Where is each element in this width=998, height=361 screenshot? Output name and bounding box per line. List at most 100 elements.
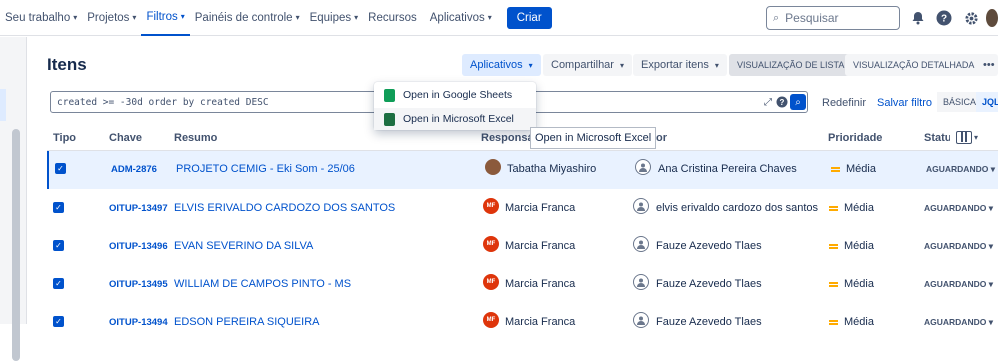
nav-item-label: Filtros xyxy=(146,10,178,23)
export-label: Exportar itens xyxy=(641,59,709,71)
jql-search-button[interactable]: ⌕ xyxy=(790,94,806,110)
nav-item-1[interactable]: Projetos ▾ xyxy=(82,0,141,36)
open-google-sheets-item[interactable]: Open in Google Sheets xyxy=(374,84,536,106)
create-button[interactable]: Criar xyxy=(506,6,552,29)
status-badge[interactable]: AGUARDANDO ▾ xyxy=(924,279,993,290)
sidebar-selection-indicator xyxy=(0,89,6,121)
google-sheets-icon xyxy=(384,88,395,102)
chevron-down-icon: ▾ xyxy=(714,60,719,70)
priority-medium-icon xyxy=(831,167,840,172)
assignee-avatar xyxy=(485,159,501,175)
row-checkbox[interactable]: ✓ xyxy=(53,202,64,213)
issue-summary[interactable]: EVAN SEVERINO DA SILVA xyxy=(174,240,313,252)
status-badge[interactable]: AGUARDANDO ▾ xyxy=(926,164,995,175)
status-badge[interactable]: AGUARDANDO ▾ xyxy=(924,203,993,214)
header-type[interactable]: Tipo xyxy=(53,132,76,144)
header-key[interactable]: Chave xyxy=(109,132,142,144)
open-excel-label: Open in Microsoft Excel xyxy=(403,113,514,125)
row-checkbox[interactable]: ✓ xyxy=(53,316,64,327)
jql-help-icon[interactable]: ? xyxy=(774,94,790,110)
row-checkbox[interactable]: ✓ xyxy=(55,163,66,174)
issue-key[interactable]: ADM-2876 xyxy=(111,164,157,175)
priority-label: Média xyxy=(844,202,874,214)
chevron-down-icon: ▾ xyxy=(988,317,993,327)
reset-link[interactable]: Redefinir xyxy=(822,97,866,109)
table-row[interactable]: ✓ ADM-2876 PROJETO CEMIG - Eki Som - 25/06… xyxy=(47,151,998,189)
issue-summary[interactable]: PROJETO CEMIG - Eki Som - 25/06 xyxy=(176,163,355,175)
row-checkbox[interactable]: ✓ xyxy=(53,240,64,251)
save-filter-link[interactable]: Salvar filtro xyxy=(877,97,932,109)
status-badge[interactable]: AGUARDANDO ▾ xyxy=(924,241,993,252)
share-button[interactable]: Compartilhar ▾ xyxy=(543,54,632,76)
header-summary[interactable]: Resumo xyxy=(174,132,217,144)
assignee-name: Marcia Franca xyxy=(505,202,576,214)
left-sidebar xyxy=(0,37,27,361)
reporter-name: Ana Cristina Pereira Chaves xyxy=(658,163,797,175)
reporter-avatar-icon xyxy=(633,312,649,328)
status-label: AGUARDANDO xyxy=(924,317,987,327)
settings-icon[interactable] xyxy=(961,8,981,28)
more-actions-button[interactable]: ••• xyxy=(980,54,998,76)
assignee-avatar: MF xyxy=(483,312,499,328)
user-avatar[interactable] xyxy=(986,8,998,28)
list-view-label: VISUALIZAÇÃO DE LISTA xyxy=(737,60,845,70)
nav-item-label: Recursos xyxy=(368,11,417,24)
issue-key[interactable]: OITUP-13497 xyxy=(109,203,168,214)
header-reporter[interactable]: or xyxy=(656,132,667,144)
issue-key[interactable]: OITUP-13496 xyxy=(109,241,168,252)
reporter-avatar-icon xyxy=(633,198,649,214)
table-row[interactable]: ✓ OITUP-13494 EDSON PEREIRA SIQUEIRA MF Marc… xyxy=(47,304,998,342)
issue-key[interactable]: OITUP-13494 xyxy=(109,317,168,328)
header-priority[interactable]: Prioridade xyxy=(828,132,882,144)
assignee-name: Marcia Franca xyxy=(505,240,576,252)
reporter-name: Fauze Azevedo Tlaes xyxy=(656,240,762,252)
status-label: AGUARDANDO xyxy=(924,203,987,213)
status-badge[interactable]: AGUARDANDO ▾ xyxy=(924,317,993,328)
issue-key[interactable]: OITUP-13495 xyxy=(109,279,168,290)
nav-item-2[interactable]: Filtros ▾ xyxy=(141,0,190,36)
nav-item-label: Equipes xyxy=(309,11,352,24)
issue-summary[interactable]: ELVIS ERIVALDO CARDOZO DOS SANTOS xyxy=(174,202,395,214)
priority-medium-icon xyxy=(829,244,838,249)
table-row[interactable]: ✓ OITUP-13496 EVAN SEVERINO DA SILVA MF Marc… xyxy=(47,228,998,266)
detail-view-label: VISUALIZAÇÃO DETALHADA xyxy=(853,60,975,70)
chevron-down-icon[interactable]: ▾ xyxy=(974,133,978,142)
reporter-avatar-icon xyxy=(633,236,649,252)
list-view-button[interactable]: VISUALIZAÇÃO DE LISTA ≡ xyxy=(729,54,864,76)
bell-icon[interactable] xyxy=(908,8,928,28)
chevron-down-icon: ▾ xyxy=(180,12,185,21)
assignee-avatar: MF xyxy=(483,236,499,252)
priority-medium-icon xyxy=(829,320,838,325)
search-input[interactable]: ⌕ Pesquisar xyxy=(766,6,900,30)
search-placeholder: Pesquisar xyxy=(785,11,839,25)
priority-label: Média xyxy=(844,278,874,290)
nav-item-3[interactable]: Painéis de controle ▾ xyxy=(190,0,305,36)
nav-item-0[interactable]: Seu trabalho ▾ xyxy=(0,0,82,36)
apps-button[interactable]: Aplicativos ▾ xyxy=(462,54,541,76)
status-label: AGUARDANDO xyxy=(924,241,987,251)
nav-item-5[interactable]: Recursos xyxy=(363,0,425,36)
table-row[interactable]: ✓ OITUP-13497 ELVIS ERIVALDO CARDOZO DOS S… xyxy=(47,190,998,228)
status-label: AGUARDANDO xyxy=(924,279,987,289)
nav-item-6[interactable]: Aplicativos ▾ xyxy=(425,0,497,36)
nav-item-label: Projetos xyxy=(87,11,130,24)
open-excel-item[interactable]: Open in Microsoft Excel xyxy=(374,108,536,130)
chevron-down-icon: ▾ xyxy=(73,13,78,22)
table-row[interactable]: ✓ OITUP-13495 WILLIAM DE CAMPOS PINTO - MS… xyxy=(47,266,998,304)
row-checkbox[interactable]: ✓ xyxy=(53,278,64,289)
issue-summary[interactable]: EDSON PEREIRA SIQUEIRA xyxy=(174,316,319,328)
chevron-down-icon: ▾ xyxy=(619,60,624,70)
detail-view-button[interactable]: VISUALIZAÇÃO DETALHADA ▤ xyxy=(845,54,997,76)
issue-summary[interactable]: WILLIAM DE CAMPOS PINTO - MS xyxy=(174,278,351,290)
chevron-down-icon: ▾ xyxy=(354,13,359,22)
chevron-down-icon: ▾ xyxy=(988,241,993,251)
nav-item-label: Seu trabalho xyxy=(5,11,71,24)
columns-icon[interactable] xyxy=(956,131,972,144)
jql-mode-button[interactable]: JQL xyxy=(976,92,998,112)
header-status[interactable]: Status xyxy=(924,132,950,144)
reporter-name: Fauze Azevedo Tlaes xyxy=(656,278,762,290)
help-icon[interactable]: ? xyxy=(934,8,954,28)
export-button[interactable]: Exportar itens ▾ xyxy=(633,54,727,76)
nav-item-4[interactable]: Equipes ▾ xyxy=(305,0,364,36)
sidebar-scrollbar[interactable] xyxy=(12,129,20,361)
